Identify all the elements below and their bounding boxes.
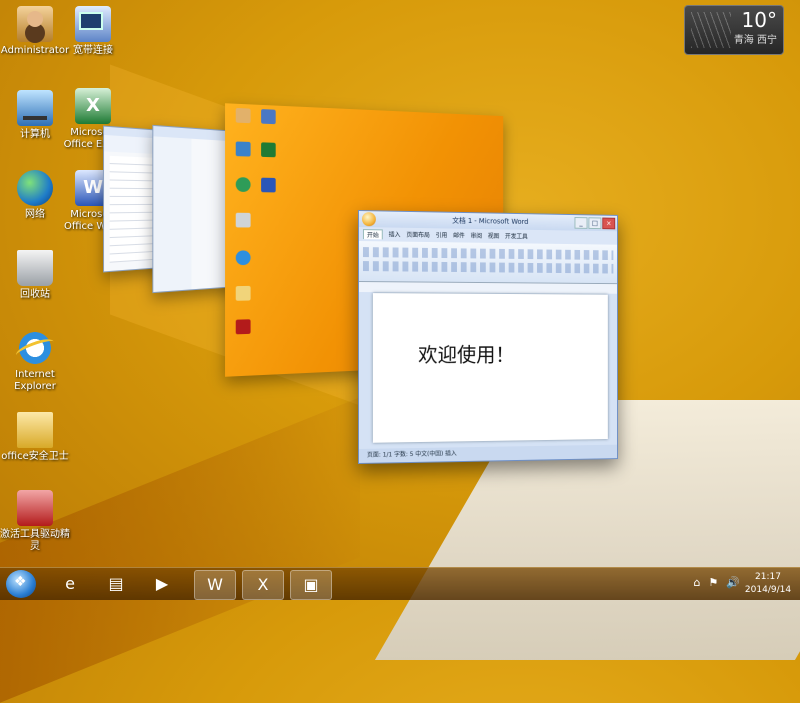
ie-icon	[17, 330, 53, 366]
taskbar-remote-desktop-icon[interactable]: ▣	[290, 570, 332, 600]
mini-bin-icon	[231, 212, 254, 229]
desktop-icon-office-security[interactable]: office安全卫士	[0, 412, 70, 463]
recycle-bin-icon	[17, 250, 53, 286]
mini-folder-icon	[231, 285, 254, 302]
taskbar-file-explorer-icon[interactable]: ▤	[96, 570, 136, 598]
volume-icon[interactable]: 🔊	[726, 576, 740, 589]
desktop-icon-internet-explorer[interactable]: Internet Explorer	[0, 330, 70, 393]
word-document-page[interactable]: 欢迎使用！	[372, 293, 608, 443]
weather-temperature: 10°	[741, 8, 777, 32]
mini-word-icon	[257, 177, 280, 194]
network-icon	[17, 170, 53, 206]
mini-computer-icon	[231, 141, 254, 157]
minimize-icon[interactable]: _	[574, 217, 588, 229]
taskbar-word-icon[interactable]: W	[194, 570, 236, 600]
tab-view[interactable]: 视图	[488, 231, 499, 241]
taskbar-media-player-icon[interactable]: ▶	[142, 570, 182, 598]
tab-home[interactable]: 开始	[362, 229, 383, 240]
tab-mailings[interactable]: 邮件	[453, 231, 465, 241]
mini-red-icon	[231, 319, 254, 335]
taskbar: e ▤ ▶ W X ▣ ⌂ ⚑ 🔊 21:17 2014/9/14	[0, 567, 800, 600]
desktop-icon-label: Internet Explorer	[14, 369, 56, 392]
activation-tool-icon	[17, 490, 53, 526]
ribbon-toolbar-row[interactable]	[362, 261, 614, 274]
desktop-icon-label: 激活工具驱动精灵	[0, 529, 70, 552]
desktop-icon-label: 回收站	[20, 289, 50, 300]
document-text: 欢迎使用！	[418, 342, 515, 367]
flag-icon[interactable]: ⚑	[708, 576, 718, 589]
tab-insert[interactable]: 插入	[389, 229, 401, 239]
user-folder-icon	[17, 6, 53, 42]
excel-icon: X	[75, 88, 111, 124]
window-controls: _ □ ×	[574, 217, 616, 230]
clock-time: 21:17	[755, 572, 781, 582]
office-button-icon[interactable]	[361, 212, 376, 227]
mini-user-icon	[231, 107, 254, 125]
computer-icon	[17, 90, 53, 126]
explorer-sidebar	[153, 136, 192, 293]
clock-date: 2014/9/14	[744, 585, 792, 595]
desktop-icon-recycle-bin[interactable]: 回收站	[0, 250, 70, 301]
weather-gadget[interactable]: 10° 青海 西宁	[684, 5, 784, 55]
flip3d-explorer-window[interactable]	[152, 124, 237, 294]
flip3d-word-window[interactable]: 文档 1 - Microsoft Word _ □ × 开始 插入 页面布局 引…	[358, 210, 618, 464]
ribbon-toolbar-row[interactable]	[362, 247, 614, 261]
weather-location: 青海 西宁	[733, 35, 777, 46]
tab-page-layout[interactable]: 页面布局	[406, 230, 429, 240]
maximize-icon[interactable]: □	[588, 217, 602, 230]
mini-excel-icon	[257, 142, 280, 158]
mini-network-icon	[257, 109, 280, 126]
tab-references[interactable]: 引用	[436, 230, 448, 240]
desktop-icon-broadband[interactable]: 宽带连接	[58, 6, 128, 57]
taskbar-excel-icon[interactable]: X	[242, 570, 284, 600]
taskbar-clock[interactable]: 21:17 2014/9/14	[742, 571, 794, 597]
system-tray: ⌂ ⚑ 🔊	[693, 576, 740, 589]
mini-globe-icon	[231, 177, 254, 193]
word-window-title: 文档 1 - Microsoft Word	[452, 216, 529, 226]
desktop-icon-activation-tool[interactable]: 激活工具驱动精灵	[0, 490, 70, 553]
desktop-icon-label: office安全卫士	[1, 451, 69, 462]
tab-developer[interactable]: 开发工具	[505, 231, 528, 241]
start-button[interactable]	[6, 570, 36, 598]
close-icon[interactable]: ×	[602, 217, 616, 230]
rain-icon	[691, 12, 731, 48]
word-ribbon	[358, 241, 618, 285]
broadband-connection-icon	[75, 6, 111, 42]
folder-icon	[17, 412, 53, 448]
tab-review[interactable]: 审阅	[471, 231, 483, 241]
network-status-icon[interactable]: ⌂	[693, 576, 700, 589]
desktop-icon-label: 宽带连接	[73, 45, 113, 56]
taskbar-ie-icon[interactable]: e	[50, 570, 90, 598]
mini-ie-icon	[231, 250, 254, 266]
